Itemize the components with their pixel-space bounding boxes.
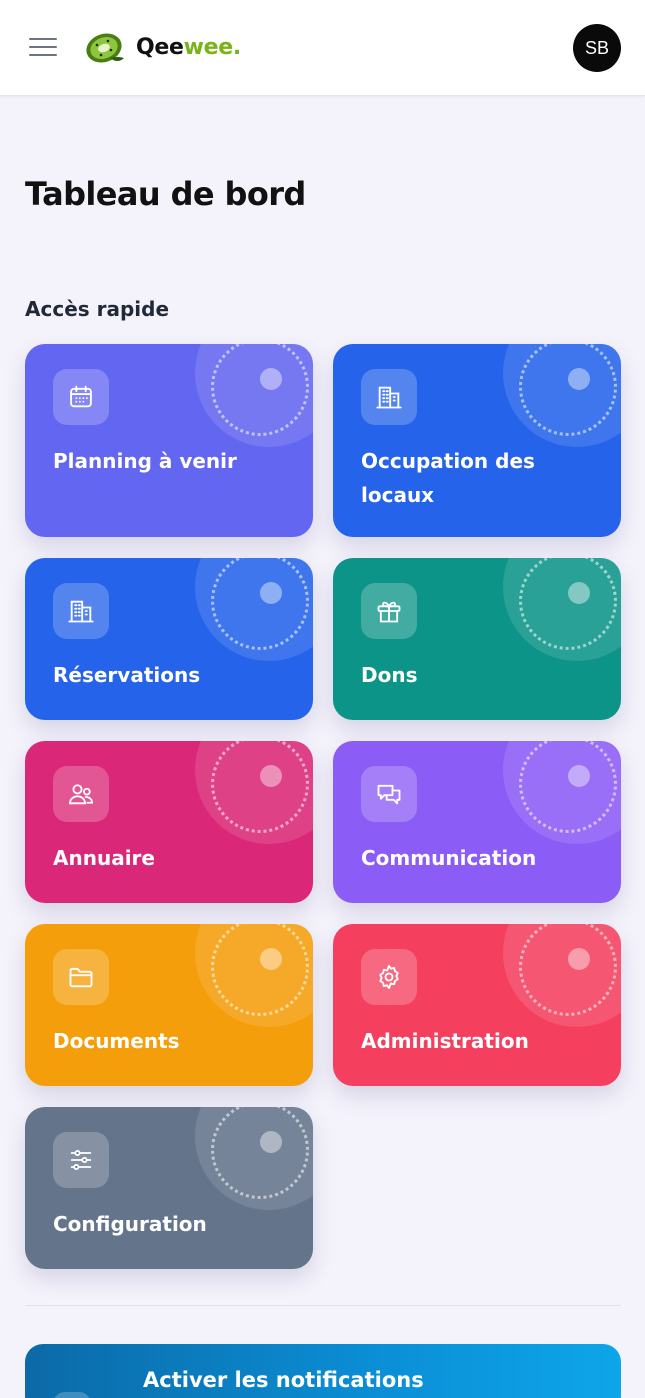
card-label: Dons bbox=[361, 663, 418, 687]
building-icon bbox=[361, 369, 417, 425]
kiwi-logo-icon bbox=[86, 33, 124, 63]
calendar-icon bbox=[53, 369, 109, 425]
divider bbox=[25, 1305, 621, 1306]
top-bar: Qeewee. SB bbox=[0, 0, 645, 96]
logo-text-dark: Qee bbox=[136, 34, 184, 60]
app-logo[interactable]: Qeewee. bbox=[84, 28, 241, 66]
card-label: Planning à venir bbox=[53, 449, 237, 473]
logo-wordmark: Qeewee. bbox=[136, 35, 241, 60]
card-communication[interactable]: Communication bbox=[333, 741, 621, 903]
avatar[interactable]: SB bbox=[573, 24, 621, 72]
card-dons[interactable]: Dons bbox=[333, 558, 621, 720]
building-icon bbox=[53, 583, 109, 639]
card-documents[interactable]: Documents bbox=[25, 924, 313, 1086]
card-label: Configuration bbox=[53, 1212, 207, 1236]
gift-icon bbox=[361, 583, 417, 639]
sliders-icon bbox=[53, 1132, 109, 1188]
card-annuaire[interactable]: Annuaire bbox=[25, 741, 313, 903]
logo-text-green: wee. bbox=[183, 34, 242, 60]
card-label: Occupation des locaux bbox=[361, 449, 535, 507]
folder-icon bbox=[53, 949, 109, 1005]
menu-icon[interactable] bbox=[29, 36, 57, 58]
bell-icon bbox=[53, 1392, 91, 1398]
notifications-title: Activer les notifications bbox=[143, 1368, 424, 1392]
card-reservations[interactable]: Réservations bbox=[25, 558, 313, 720]
enable-notifications-banner[interactable]: Activer les notifications bbox=[25, 1344, 621, 1398]
users-icon bbox=[53, 766, 109, 822]
card-label: Réservations bbox=[53, 663, 201, 687]
card-configuration[interactable]: Configuration bbox=[25, 1107, 313, 1269]
card-planning[interactable]: Planning à venir bbox=[25, 344, 313, 537]
chat-icon bbox=[361, 766, 417, 822]
gear-icon bbox=[361, 949, 417, 1005]
card-label: Annuaire bbox=[53, 846, 155, 870]
card-label: Documents bbox=[53, 1029, 180, 1053]
card-occupation[interactable]: Occupation des locaux bbox=[333, 344, 621, 537]
card-administration[interactable]: Administration bbox=[333, 924, 621, 1086]
section-title-quick-access: Accès rapide bbox=[25, 297, 170, 321]
page-title: Tableau de bord bbox=[25, 175, 306, 213]
card-label: Administration bbox=[361, 1029, 529, 1053]
card-label: Communication bbox=[361, 846, 537, 870]
